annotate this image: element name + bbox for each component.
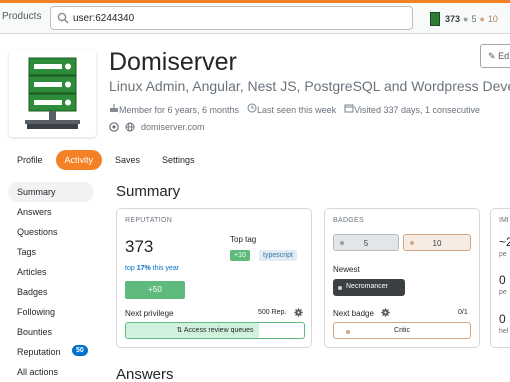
impact-value: ~2 <box>499 235 510 249</box>
newest-badge[interactable]: Necromancer <box>333 279 405 296</box>
clock-icon <box>247 103 257 113</box>
impact-label: hel <box>499 328 509 335</box>
gear-icon[interactable] <box>381 308 390 317</box>
top-bar: Products 373 ● 5 ● 10 <box>0 0 510 34</box>
top-tag-score: +10 <box>230 250 250 261</box>
next-badge-progress[interactable]: Critic <box>333 322 471 339</box>
search-icon <box>57 12 69 24</box>
impact-value: 0 <box>499 312 506 326</box>
profile-title: Linux Admin, Angular, Nest JS, PostgreSQ… <box>109 78 510 94</box>
reputation-count-badge: 50 <box>72 345 88 356</box>
top-tag-label: Top tag <box>230 235 257 244</box>
reputation-gain-bar[interactable]: +50 <box>125 281 185 299</box>
edit-profile-button[interactable]: ✎ Ed <box>480 44 510 68</box>
sidebar-item-reputation[interactable]: Reputation 50 <box>8 342 94 362</box>
impact-card: IMI ~2 pe 0 pe 0 hel <box>490 208 510 348</box>
profile-name: Domiserver <box>109 48 237 76</box>
sidebar-item-questions[interactable]: Questions <box>8 222 94 242</box>
silver-badge-icon: ● <box>463 14 469 24</box>
tab-activity[interactable]: Activity <box>55 150 103 170</box>
visited-days: Visited 337 days, 1 consecutive <box>344 103 480 115</box>
impact-caption: IMI <box>499 217 509 224</box>
products-menu[interactable]: Products <box>2 11 41 22</box>
bronze-badge-count: 10 <box>487 14 498 24</box>
next-privilege-label: Next privilege <box>125 309 174 318</box>
sidebar-item-all-actions[interactable]: All actions <box>8 362 94 382</box>
impact-label: pe <box>499 289 507 296</box>
bronze-badge-icon <box>410 241 414 245</box>
profile-tabs: Profile Activity Saves Settings <box>8 150 204 170</box>
pencil-icon: ✎ <box>488 51 496 61</box>
newest-badge-label: Newest <box>333 265 360 274</box>
sidebar-item-answers[interactable]: Answers <box>8 202 94 222</box>
user-reputation: 373 <box>445 14 461 24</box>
profile-meta: Member for 6 years, 6 months Last seen t… <box>109 103 480 115</box>
user-rep-summary[interactable]: 373 ● 5 ● 10 <box>430 10 498 28</box>
search-box[interactable] <box>50 6 413 30</box>
silver-badge-chip[interactable]: 5 <box>333 234 399 251</box>
last-seen: Last seen this week <box>247 103 336 115</box>
silver-badge-icon <box>340 241 344 245</box>
sidebar-item-bounties[interactable]: Bounties <box>8 322 94 342</box>
gear-icon[interactable] <box>294 308 303 317</box>
tab-profile[interactable]: Profile <box>8 150 52 170</box>
badge-dot-icon <box>338 286 342 290</box>
next-badge-count: 0/1 <box>458 309 468 316</box>
top-tag-name[interactable]: typescript <box>259 250 297 261</box>
privilege-icon: ⇅ <box>176 327 183 334</box>
tab-saves[interactable]: Saves <box>106 150 149 170</box>
answers-heading: Answers <box>116 366 174 382</box>
next-badge-label: Next badge <box>333 309 374 318</box>
bronze-badge-icon: ● <box>479 14 485 24</box>
impact-value: 0 <box>499 273 506 287</box>
badges-card: BADGES 5 10 Newest Necromancer Next badg… <box>324 208 480 348</box>
sidebar-item-label: Reputation <box>17 347 61 357</box>
github-icon[interactable] <box>109 122 119 132</box>
cake-icon <box>110 104 118 112</box>
profile-links: domiserver.com <box>109 122 205 132</box>
website-link[interactable]: domiserver.com <box>141 122 205 132</box>
sidebar-item-summary[interactable]: Summary <box>8 182 94 202</box>
bronze-badge-icon <box>346 330 350 334</box>
search-input[interactable] <box>73 10 403 26</box>
avatar[interactable] <box>9 50 96 137</box>
bronze-badge-chip[interactable]: 10 <box>403 234 471 251</box>
link-icon <box>125 122 135 132</box>
next-privilege-name: ⇅ Access review queues <box>176 327 254 334</box>
sidebar-item-badges[interactable]: Badges <box>8 282 94 302</box>
impact-label: pe <box>499 251 507 258</box>
calendar-icon <box>344 104 354 113</box>
badges-caption: BADGES <box>333 217 364 224</box>
summary-heading: Summary <box>116 183 181 200</box>
next-privilege-progress[interactable]: ⇅ Access review queues <box>125 322 305 339</box>
reputation-value: 373 <box>125 237 154 256</box>
reputation-card: REPUTATION 373 top 17% this year +50 Top… <box>116 208 312 348</box>
next-privilege-rep: 500 Rep. <box>258 309 287 316</box>
reputation-caption: REPUTATION <box>125 217 173 224</box>
silver-badge-count: 5 <box>471 14 477 24</box>
sidebar-item-tags[interactable]: Tags <box>8 242 94 262</box>
server-rack-icon <box>25 57 80 129</box>
member-for: Member for 6 years, 6 months <box>109 103 239 115</box>
tab-settings[interactable]: Settings <box>153 150 204 170</box>
reputation-rank[interactable]: top 17% this year <box>125 265 179 272</box>
user-avatar-icon <box>430 12 440 26</box>
sidebar-item-articles[interactable]: Articles <box>8 262 94 282</box>
sidebar-item-following[interactable]: Following <box>8 302 94 322</box>
activity-sidebar: Summary Answers Questions Tags Articles … <box>8 182 94 382</box>
